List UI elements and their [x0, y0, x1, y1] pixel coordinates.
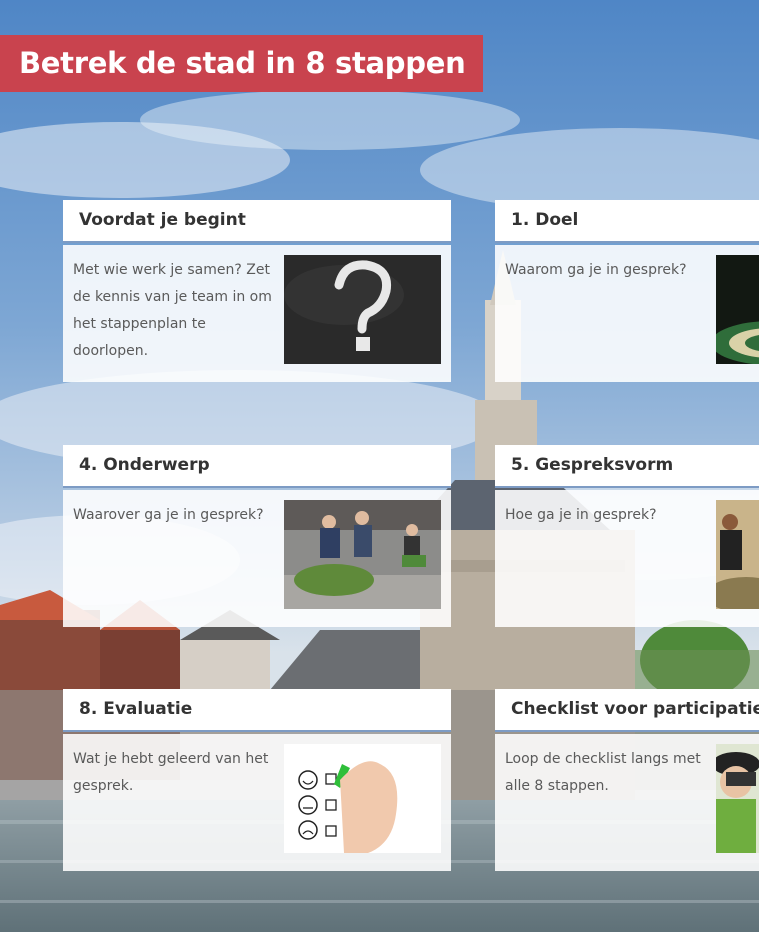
card-body: Met wie werk je samen? Zet de kennis van…	[63, 245, 451, 382]
card-description: Met wie werk je samen? Zet de kennis van…	[73, 262, 272, 359]
card-title[interactable]: 8. Evaluatie	[63, 689, 451, 732]
card-title[interactable]: Checklist voor participatie	[495, 689, 759, 732]
card-doel[interactable]: 1. Doel Waarom ga je in gesprek?	[495, 200, 759, 382]
card-gespreksvorm[interactable]: 5. Gespreksvorm Hoe ga je in gesprek?	[495, 445, 759, 627]
page-title: Betrek de stad in 8 stappen	[0, 35, 484, 92]
chalkboard-question-mark-image[interactable]	[284, 255, 441, 364]
card-checklist-participatie[interactable]: Checklist voor participatie Loop de chec…	[495, 689, 759, 871]
card-title[interactable]: 5. Gespreksvorm	[495, 445, 759, 488]
card-body: Waarover ga je in gesprek?	[63, 490, 451, 627]
group-meeting-image[interactable]	[716, 500, 759, 609]
card-evaluatie[interactable]: 8. Evaluatie Wat je hebt geleerd van het…	[63, 689, 451, 871]
card-title[interactable]: 1. Doel	[495, 200, 759, 243]
card-description: Loop de checklist langs met alle 8 stapp…	[505, 751, 701, 794]
card-body: Hoe ga je in gesprek?	[495, 490, 759, 627]
card-description: Waarover ga je in gesprek?	[73, 507, 264, 523]
child-binoculars-image[interactable]	[716, 744, 759, 853]
card-title[interactable]: Voordat je begint	[63, 200, 451, 243]
card-body: Waarom ga je in gesprek?	[495, 245, 759, 382]
feedback-checklist-image[interactable]	[284, 744, 441, 853]
card-body: Loop de checklist langs met alle 8 stapp…	[495, 734, 759, 871]
card-description: Waarom ga je in gesprek?	[505, 262, 687, 278]
card-onderwerp[interactable]: 4. Onderwerp Waarover ga je in gesprek?	[63, 445, 451, 627]
card-body: Wat je hebt geleerd van het gesprek.	[63, 734, 451, 871]
people-planting-image[interactable]	[284, 500, 441, 609]
card-description: Wat je hebt geleerd van het gesprek.	[73, 751, 269, 794]
card-description: Hoe ga je in gesprek?	[505, 507, 657, 523]
card-title[interactable]: 4. Onderwerp	[63, 445, 451, 488]
card-voordat-je-begint[interactable]: Voordat je begint Met wie werk je samen?…	[63, 200, 451, 382]
dartboard-image[interactable]	[716, 255, 759, 364]
